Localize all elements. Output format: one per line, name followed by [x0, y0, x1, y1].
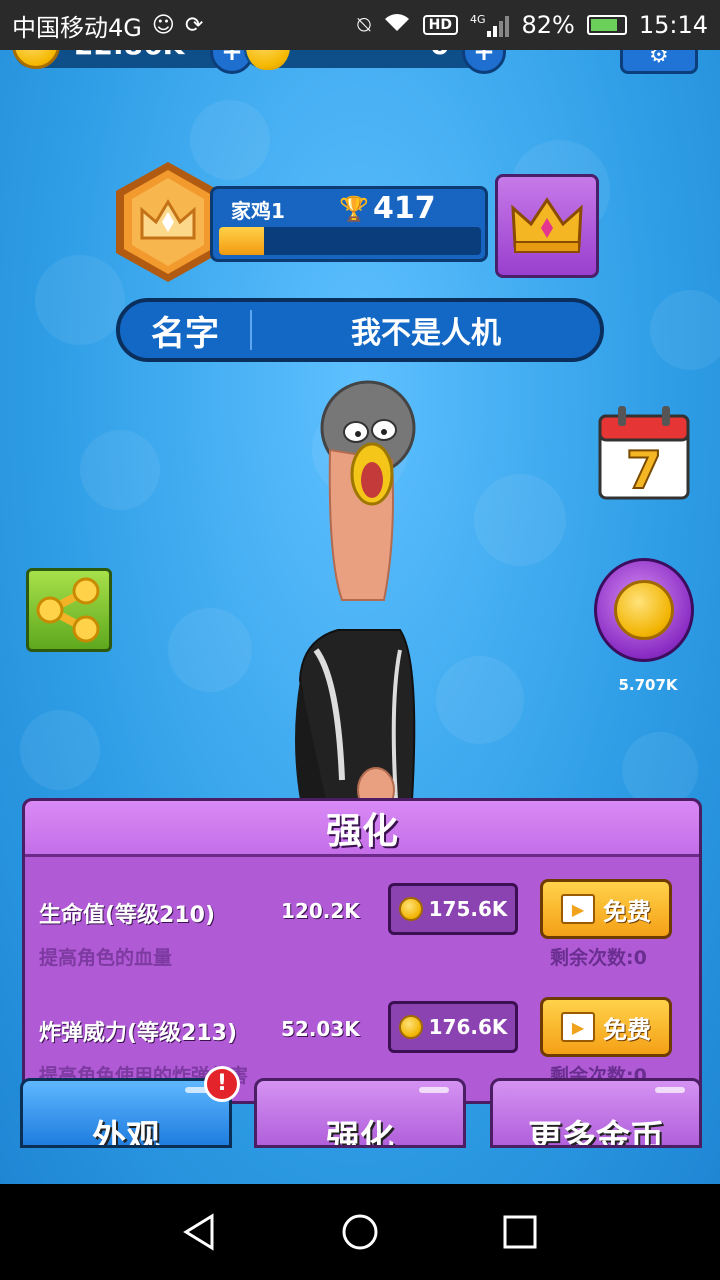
video-play-icon: ▶ [561, 894, 595, 924]
coin-icon [398, 897, 423, 921]
battery-icon [586, 15, 627, 35]
upgrade-value: 52.03K [281, 1017, 360, 1041]
wifi-icon [383, 11, 411, 39]
chicken-character [290, 380, 416, 850]
network-type: 4G [469, 13, 486, 26]
upgrade-cost-button[interactable]: 176.6K [388, 1001, 518, 1053]
trophy-icon: 🏆 [339, 195, 369, 223]
free-label: 免费 [603, 897, 651, 926]
player-name-bar[interactable]: 名字 我不是人机 [116, 298, 604, 362]
tab-label: 外观 [92, 1118, 160, 1148]
xp-bar [219, 227, 481, 255]
remaining-count: 剩余次数:0 [550, 947, 647, 969]
player-info-panel: 家鸡1 🏆 417 [210, 186, 488, 262]
carrier-text: 中国移动4G [12, 13, 142, 42]
face-icon: ☺ [151, 12, 175, 38]
battery-fill [590, 19, 618, 31]
coin-counter: 22.86K [12, 50, 234, 69]
coin-shop-button[interactable] [594, 558, 694, 662]
upgrade-cost: 175.6K [428, 897, 508, 921]
signal-icon: 4G [470, 13, 510, 37]
free-label: 免费 [603, 1015, 651, 1044]
name-label: 名字 [151, 313, 219, 354]
upgrade-title: 强化 [325, 810, 398, 852]
free-upgrade-button[interactable]: ▶ 免费 [540, 997, 672, 1057]
settings-button[interactable]: ⚙ [620, 50, 698, 74]
upgrade-name: 炸弹威力(等级213) [39, 1021, 238, 1046]
rank-badge[interactable] [112, 160, 224, 284]
crown-icon [511, 197, 583, 253]
coin-amount: 22.86K [74, 50, 184, 61]
home-icon[interactable] [340, 1212, 380, 1252]
game-screen: 22.86K + 0 + ⚙ 家鸡1 🏆 417 名字 我不 [0, 50, 720, 1184]
clock: 15:14 [638, 11, 708, 39]
hd-badge: HD [422, 15, 458, 35]
free-upgrade-button[interactable]: ▶ 免费 [540, 879, 672, 939]
share-button[interactable] [26, 568, 112, 652]
tab-label: 强化 [326, 1118, 394, 1148]
coin-icon [614, 580, 674, 640]
tab-upgrade[interactable]: 强化 [254, 1078, 466, 1148]
rank-name: 家鸡1 [231, 199, 285, 223]
battery-percent: 82% [521, 11, 575, 39]
upgrade-cost-button[interactable]: 175.6K [388, 883, 518, 935]
sync-icon: ⟳ [184, 12, 204, 38]
daily-calendar-button[interactable]: 7 [598, 404, 690, 500]
coin-icon [398, 1015, 423, 1039]
upgrade-cost: 176.6K [428, 1015, 508, 1039]
egg-amount: 0 [430, 50, 449, 61]
upgrade-title-bar: 强化 [25, 801, 699, 857]
tab-appearance[interactable]: 外观 [20, 1078, 232, 1148]
navigation-bar [0, 1184, 720, 1280]
share-icon [36, 577, 100, 643]
recents-icon[interactable] [500, 1212, 540, 1252]
gear-icon: ⚙ [649, 50, 669, 68]
status-bar: 中国移动4G ☺ ⟳ ⍉ HD 4G 82% 15:14 [0, 0, 720, 50]
coin-shop-amount: 5.707K [618, 676, 678, 694]
video-play-icon: ▶ [561, 1012, 595, 1042]
player-name: 我不是人机 [351, 316, 501, 351]
calendar-day: 7 [626, 441, 662, 500]
crown-rewards-button[interactable] [495, 174, 599, 278]
egg-counter: 0 [244, 50, 494, 70]
tab-more-coins[interactable]: 更多金币 [490, 1078, 702, 1148]
xp-fill [219, 227, 264, 255]
tab-label: 更多金币 [528, 1118, 664, 1148]
upgrade-panel: 强化 生命值(等级210) 120.2K 提高角色的血量 175.6K ▶ 免费… [22, 798, 702, 1104]
upgrade-row-health: 生命值(等级210) 120.2K 提高角色的血量 175.6K ▶ 免费 剩余… [25, 877, 699, 987]
alert-badge: ! [204, 1066, 240, 1102]
back-icon[interactable] [180, 1212, 220, 1252]
vibrate-off-icon: ⍉ [357, 12, 371, 38]
upgrade-description: 提高角色的血量 [39, 947, 173, 969]
upgrade-name: 生命值(等级210) [39, 903, 216, 928]
trophy-count: 417 [373, 191, 436, 226]
upgrade-value: 120.2K [281, 899, 360, 923]
